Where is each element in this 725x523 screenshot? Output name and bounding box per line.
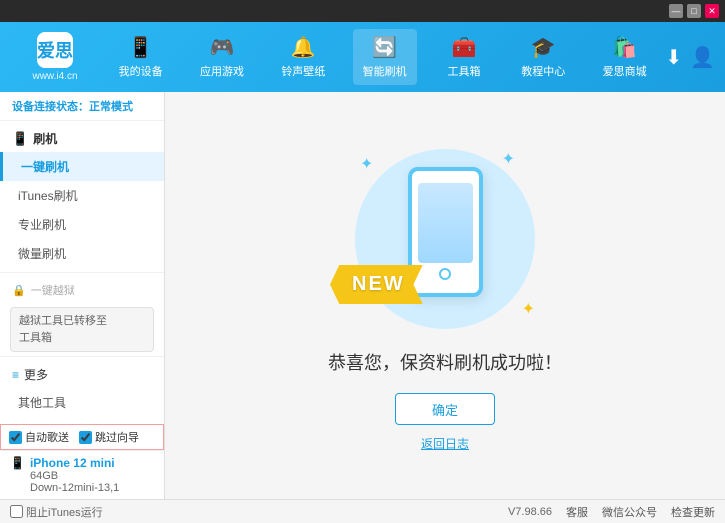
nav-apps-games[interactable]: 🎮 应用游戏: [190, 29, 254, 85]
smart-flash-label: 智能刷机: [363, 63, 407, 79]
sidebar-divider-2: [0, 356, 164, 357]
flash-section-icon: 📱: [12, 131, 28, 147]
account-icon[interactable]: 👤: [690, 45, 715, 70]
mall-icon: 🛍️: [612, 35, 637, 60]
stop-itunes-label: 阻止iTunes运行: [26, 504, 103, 520]
auto-send-checkbox-label[interactable]: 自动歌送: [9, 429, 69, 445]
sidebar-item-itunes-flash[interactable]: iTunes刷机: [0, 181, 164, 210]
more-section-label: 更多: [24, 366, 48, 383]
notice-text: 越狱工具已转移至工具箱: [19, 315, 107, 344]
logo-icon: 爱思: [37, 32, 73, 68]
device-version: Down-12mini-13,1: [10, 482, 154, 494]
sidebar-item-pro-flash[interactable]: 专业刷机: [0, 210, 164, 239]
apps-games-label: 应用游戏: [200, 63, 244, 79]
nav-mall[interactable]: 🛍️ 爱思商城: [593, 29, 657, 85]
ringtones-label: 铃声壁纸: [281, 63, 325, 79]
sidebar-item-download-firmware[interactable]: 下载固件: [0, 417, 164, 424]
sparkle-1: ✦: [360, 154, 373, 174]
more-icon: ≡: [12, 368, 19, 382]
toolbox-label: 工具箱: [447, 63, 480, 79]
nav-smart-flash[interactable]: 🔄 智能刷机: [353, 29, 417, 85]
maximize-button[interactable]: □: [687, 4, 701, 18]
status-label: 设备连接状态：: [12, 101, 89, 113]
nav-right-icons: ⬇ 👤: [665, 45, 715, 70]
nav-items: 📱 我的设备 🎮 应用游戏 🔔 铃声壁纸 🔄 智能刷机 🧰 工具箱 🎓 教程中心…: [100, 29, 665, 85]
mall-label: 爱思商城: [603, 63, 647, 79]
nav-tutorial[interactable]: 🎓 教程中心: [511, 29, 575, 85]
smart-flash-icon: 🔄: [372, 35, 397, 60]
sidebar-notice: 越狱工具已转移至工具箱: [10, 307, 154, 352]
sidebar-grayed-jailbreak: 🔒 一键越狱: [0, 277, 164, 303]
other-tools-label: 其他工具: [18, 396, 66, 410]
my-device-icon: 📱: [128, 35, 153, 60]
go-back-link[interactable]: 返回日志: [421, 435, 469, 452]
sidebar-container: 设备连接状态：正常模式 📱 刷机 一键刷机 iTunes刷机 专业刷机 微量刷机…: [0, 92, 165, 499]
bottom-bar: 阻止iTunes运行 V7.98.66 客服 微信公众号 检查更新: [0, 499, 725, 523]
device-info: 📱 iPhone 12 mini 64GB Down-12mini-13,1: [0, 450, 164, 499]
micro-flash-label: 微量刷机: [18, 247, 66, 261]
new-badge: NEW: [330, 265, 423, 304]
close-button[interactable]: ✕: [705, 4, 719, 18]
sidebar-divider-1: [0, 272, 164, 273]
apps-games-icon: 🎮: [210, 35, 235, 60]
check-update-link[interactable]: 检查更新: [671, 504, 715, 520]
logo: 爱思 www.i4.cn: [10, 32, 100, 82]
skip-wizard-label: 跳过向导: [95, 429, 139, 445]
one-click-flash-label: 一键刷机: [21, 160, 69, 174]
bottom-right: V7.98.66 客服 微信公众号 检查更新: [508, 504, 715, 520]
ringtones-icon: 🔔: [291, 35, 316, 60]
flash-section-label: 刷机: [33, 130, 57, 147]
sparkle-3: ✦: [522, 299, 535, 319]
phone-screen: [418, 183, 473, 263]
auto-send-label: 自动歌送: [25, 429, 69, 445]
service-link[interactable]: 客服: [566, 504, 588, 520]
nav-toolbox[interactable]: 🧰 工具箱: [434, 29, 494, 85]
phone-home-button: [439, 268, 451, 280]
sidebar-item-one-click-flash[interactable]: 一键刷机: [0, 152, 164, 181]
success-illustration: ✦ ✦ ✦ NEW: [345, 139, 545, 339]
lock-icon: 🔒: [12, 284, 26, 297]
sparkle-2: ✦: [502, 149, 515, 169]
tutorial-label: 教程中心: [521, 63, 565, 79]
more-section-header: ≡ 更多: [0, 361, 164, 388]
device-storage: 64GB: [10, 470, 154, 482]
top-nav: 爱思 www.i4.cn 📱 我的设备 🎮 应用游戏 🔔 铃声壁纸 🔄 智能刷机…: [0, 22, 725, 92]
itunes-flash-label: iTunes刷机: [18, 189, 78, 203]
grayed-jailbreak-label: 一键越狱: [31, 282, 75, 298]
skip-wizard-checkbox[interactable]: [79, 431, 92, 444]
pro-flash-label: 专业刷机: [18, 218, 66, 232]
logo-url: www.i4.cn: [32, 71, 77, 82]
checkbox-row: 自动歌送 跳过向导: [0, 424, 164, 450]
minimize-button[interactable]: —: [669, 4, 683, 18]
tutorial-icon: 🎓: [531, 35, 556, 60]
device-phone-icon: 📱: [10, 456, 25, 470]
nav-ringtones[interactable]: 🔔 铃声壁纸: [271, 29, 335, 85]
device-status: 设备连接状态：正常模式: [0, 92, 164, 121]
stop-itunes-checkbox-label[interactable]: 阻止iTunes运行: [10, 504, 103, 520]
success-text: 恭喜您，保资料刷机成功啦！: [328, 349, 562, 375]
device-name: iPhone 12 mini: [30, 456, 115, 470]
main-area: 设备连接状态：正常模式 📱 刷机 一键刷机 iTunes刷机 专业刷机 微量刷机…: [0, 92, 725, 499]
sidebar: 设备连接状态：正常模式 📱 刷机 一键刷机 iTunes刷机 专业刷机 微量刷机…: [0, 92, 164, 424]
skip-wizard-checkbox-label[interactable]: 跳过向导: [79, 429, 139, 445]
toolbox-icon: 🧰: [452, 35, 477, 60]
flash-section-header: 📱 刷机: [0, 125, 164, 152]
my-device-label: 我的设备: [119, 63, 163, 79]
phone-shape: [408, 167, 483, 297]
main-content: ✦ ✦ ✦ NEW 恭喜您，保资料刷机成功啦！ 确定 返回日志: [165, 92, 725, 499]
stop-itunes-checkbox[interactable]: [10, 505, 23, 518]
sidebar-item-other-tools[interactable]: 其他工具: [0, 388, 164, 417]
wechat-link[interactable]: 微信公众号: [602, 504, 657, 520]
auto-send-checkbox[interactable]: [9, 431, 22, 444]
nav-my-device[interactable]: 📱 我的设备: [109, 29, 173, 85]
status-value: 正常模式: [89, 101, 133, 113]
download-icon[interactable]: ⬇: [665, 45, 682, 70]
title-bar: — □ ✕: [0, 0, 725, 22]
version-text: V7.98.66: [508, 506, 552, 518]
sidebar-item-micro-flash[interactable]: 微量刷机: [0, 239, 164, 268]
confirm-button[interactable]: 确定: [395, 393, 495, 425]
